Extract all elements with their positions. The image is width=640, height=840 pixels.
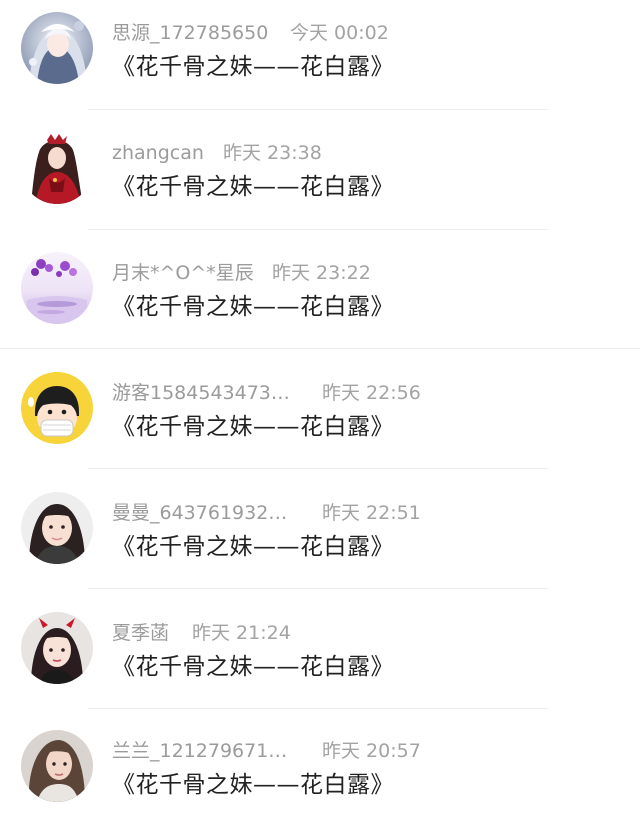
comment-text: 《花千骨之妹——花白露》 [112, 772, 394, 798]
timestamp: 昨天 22:56 [322, 382, 421, 404]
username[interactable]: 游客1584543473… [112, 380, 290, 406]
comment-meta: 游客1584543473… 昨天 22:56 [112, 380, 442, 406]
comment-meta: 兰兰_121279671… 昨天 20:57 [112, 738, 442, 764]
comment-meta: 夏季菡 昨天 21:24 [112, 620, 412, 646]
comment-meta: zhangcan 昨天 23:38 [112, 140, 412, 166]
username[interactable]: 月末*^O^*星辰 [112, 260, 254, 286]
comment-meta: 思源_172785650 今天 00:02 [112, 20, 412, 46]
username[interactable]: 夏季菡 [112, 620, 169, 646]
comment-item[interactable]: 月末*^O^*星辰 昨天 23:22 《花千骨之妹——花白露》 [0, 240, 640, 360]
divider [88, 109, 548, 110]
timestamp: 昨天 20:57 [322, 740, 421, 762]
comment-text: 《花千骨之妹——花白露》 [112, 414, 394, 440]
timestamp: 昨天 23:22 [272, 262, 371, 284]
divider [88, 708, 548, 709]
username[interactable]: 曼曼_643761932… [112, 500, 287, 526]
timestamp: 昨天 21:24 [192, 622, 291, 644]
comment-text: 《花千骨之妹——花白露》 [112, 654, 394, 680]
comment-item[interactable]: 游客1584543473… 昨天 22:56 《花千骨之妹——花白露》 [0, 360, 640, 480]
anime-girl-red-dress-avatar[interactable] [21, 132, 93, 204]
comment-meta: 月末*^O^*星辰 昨天 23:22 [112, 260, 412, 286]
timestamp: 昨天 22:51 [322, 502, 421, 524]
divider [88, 468, 548, 469]
comment-item[interactable]: 兰兰_121279671… 昨天 20:57 《花千骨之妹——花白露》 [0, 720, 640, 840]
girl-devil-horns-avatar[interactable] [21, 612, 93, 684]
comment-item[interactable]: 曼曼_643761932… 昨天 22:51 《花千骨之妹——花白露》 [0, 480, 640, 600]
comment-meta: 曼曼_643761932… 昨天 22:51 [112, 500, 442, 526]
username[interactable]: zhangcan [112, 140, 204, 166]
divider [0, 348, 640, 349]
username[interactable]: 思源_172785650 [112, 20, 268, 46]
comment-item[interactable]: zhangcan 昨天 23:38 《花千骨之妹——花白露》 [0, 120, 640, 240]
timestamp: 昨天 23:38 [223, 142, 322, 164]
timestamp: 今天 00:02 [290, 22, 389, 44]
comment-text: 《花千骨之妹——花白露》 [112, 534, 394, 560]
cartoon-kid-mask-avatar[interactable] [21, 372, 93, 444]
divider [88, 229, 548, 230]
girl-long-hair-avatar[interactable] [21, 730, 93, 802]
comment-list: 思源_172785650 今天 00:02 《花千骨之妹——花白露》 zhang… [0, 0, 640, 819]
username[interactable]: 兰兰_121279671… [112, 738, 287, 764]
comment-text: 《花千骨之妹——花白露》 [112, 294, 394, 320]
comment-item[interactable]: 思源_172785650 今天 00:02 《花千骨之妹——花白露》 [0, 0, 640, 120]
divider [88, 588, 548, 589]
comment-text: 《花千骨之妹——花白露》 [112, 54, 394, 80]
anime-girl-white-hair-avatar[interactable] [21, 12, 93, 84]
comment-text: 《花千骨之妹——花白露》 [112, 174, 394, 200]
comment-item[interactable]: 夏季菡 昨天 21:24 《花千骨之妹——花白露》 [0, 600, 640, 720]
girl-photo-avatar[interactable] [21, 492, 93, 564]
purple-flowers-avatar[interactable] [21, 252, 93, 324]
